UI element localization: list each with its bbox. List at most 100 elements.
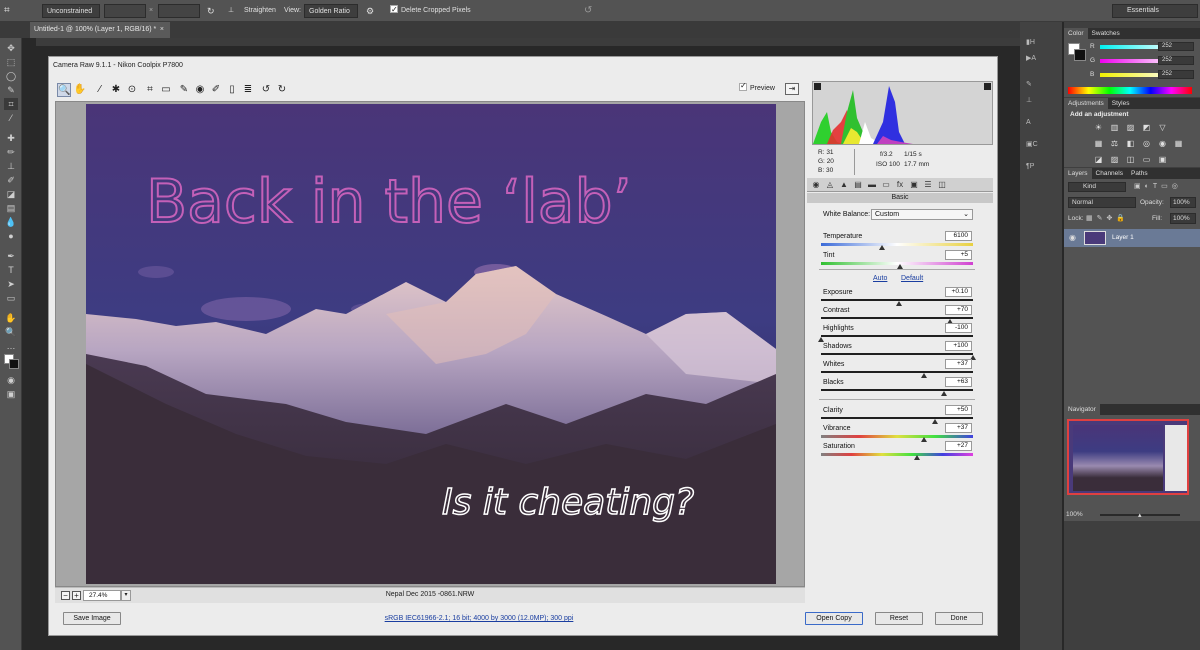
actions-icon[interactable]: ▶A <box>1026 52 1056 66</box>
slider-thumb[interactable] <box>932 419 938 424</box>
selective-color-icon[interactable]: ▣ <box>1158 155 1167 164</box>
g-value[interactable]: 252 <box>1158 56 1194 65</box>
b-value[interactable]: 252 <box>1158 70 1194 79</box>
snapshots-tab-icon[interactable]: ◫ <box>937 180 947 190</box>
shape-tool-icon[interactable]: ▭ <box>4 292 18 304</box>
split-toning-tab-icon[interactable]: ▬ <box>867 180 877 190</box>
marquee-tool-icon[interactable]: ⬚ <box>4 56 18 68</box>
levels-icon[interactable]: ▥ <box>1110 123 1119 132</box>
reset-button[interactable]: Reset <box>875 612 923 625</box>
more-tools-icon[interactable]: … <box>4 340 18 352</box>
lock-icons[interactable]: ▦✎✥🔒 <box>1086 214 1129 222</box>
slider-track[interactable] <box>821 353 973 355</box>
close-tab-icon[interactable]: × <box>160 22 164 38</box>
rotate-left-icon[interactable]: ↺ <box>259 83 273 97</box>
slider-value[interactable]: +70 <box>945 305 972 315</box>
hue-saturation-icon[interactable]: ▦ <box>1094 139 1103 148</box>
layer-comps-icon[interactable]: ▣C <box>1026 138 1056 152</box>
tab-channels[interactable]: Channels <box>1092 168 1127 179</box>
slider-value[interactable]: +37 <box>945 359 972 369</box>
slider-track[interactable] <box>821 453 973 456</box>
type-tool-icon[interactable]: T <box>4 264 18 276</box>
slider-value[interactable]: +5 <box>945 250 972 260</box>
posterize-icon[interactable]: ▨ <box>1110 155 1119 164</box>
delete-cropped-checkbox[interactable]: Delete Cropped Pixels <box>390 3 471 18</box>
slider-value[interactable]: +100 <box>945 341 972 351</box>
tab-color[interactable]: Color <box>1064 28 1088 39</box>
tab-layers[interactable]: Layers <box>1064 168 1092 179</box>
history-icon[interactable]: ▮H <box>1026 36 1056 50</box>
radial-filter-icon[interactable]: ≣ <box>241 83 255 97</box>
slider-value[interactable]: +37 <box>945 423 972 433</box>
lasso-tool-icon[interactable]: ◯ <box>4 70 18 82</box>
rotate-right-icon[interactable]: ↻ <box>275 83 289 97</box>
brightness-icon[interactable]: ☀ <box>1094 123 1103 132</box>
slider-value[interactable]: +50 <box>945 405 972 415</box>
slider-track[interactable] <box>821 435 973 438</box>
fullscreen-icon[interactable]: ⇥ <box>785 83 799 95</box>
open-copy-button[interactable]: Open Copy <box>805 612 863 625</box>
navigator-thumbnail[interactable] <box>1067 419 1189 495</box>
preview-checkbox[interactable]: Preview <box>739 81 775 92</box>
gear-icon[interactable]: ⚙ <box>366 4 374 18</box>
path-select-icon[interactable]: ➤ <box>4 278 18 290</box>
adjustment-brush-icon[interactable]: ✐ <box>209 83 223 97</box>
slider-value[interactable]: +0.10 <box>945 287 972 297</box>
document-tab[interactable]: Untitled-1 @ 100% (Layer 1, RGB/16) * × <box>30 22 170 38</box>
move-tool-icon[interactable]: ✥ <box>4 42 18 54</box>
slider-thumb[interactable] <box>941 391 948 396</box>
lens-tab-icon[interactable]: ▭ <box>881 180 891 190</box>
view-select[interactable]: Golden Ratio <box>304 4 358 18</box>
clear-icon[interactable]: ↻ <box>207 4 215 18</box>
zoom-tool-icon[interactable]: 🔍 <box>4 326 18 338</box>
hand-tool-icon[interactable]: ✋ <box>4 312 18 324</box>
tone-curve-tab-icon[interactable]: ◬ <box>825 180 835 190</box>
vibrance-icon[interactable]: ▽ <box>1158 123 1167 132</box>
straighten-icon[interactable]: ▭ <box>159 83 173 97</box>
blur-tool-icon[interactable]: 💧 <box>4 216 18 228</box>
clone-source-icon[interactable]: ⊥ <box>1026 94 1056 108</box>
default-link[interactable]: Default <box>901 275 923 282</box>
character-icon[interactable]: A <box>1026 116 1056 130</box>
done-button[interactable]: Done <box>935 612 983 625</box>
straighten-icon[interactable]: ⊥ <box>228 4 234 18</box>
history-brush-icon[interactable]: ✐ <box>4 174 18 186</box>
dodge-tool-icon[interactable]: ● <box>4 230 18 242</box>
r-value[interactable]: 252 <box>1158 42 1194 51</box>
slider-value[interactable]: +27 <box>945 441 972 451</box>
brush-panel-icon[interactable]: ✎ <box>1026 78 1056 92</box>
invert-icon[interactable]: ◪ <box>1094 155 1103 164</box>
slider-thumb[interactable] <box>818 337 824 342</box>
zoom-icon[interactable]: 🔍 <box>57 83 71 97</box>
height-field[interactable] <box>158 4 200 18</box>
slider-thumb[interactable] <box>913 455 920 460</box>
presets-tab-icon[interactable]: ☰ <box>923 180 933 190</box>
background-swatch[interactable] <box>1074 49 1086 61</box>
workflow-options-link[interactable]: sRGB IEC61966-2.1; 16 bit; 4000 by 3000 … <box>349 615 609 622</box>
quick-mask-icon[interactable]: ◉ <box>4 374 18 386</box>
slider-track[interactable] <box>821 389 973 391</box>
color-ramp[interactable] <box>1068 87 1192 94</box>
tab-adjustments[interactable]: Adjustments <box>1064 98 1108 109</box>
tab-paths[interactable]: Paths <box>1127 168 1152 179</box>
hand-icon[interactable]: ✋ <box>73 83 87 97</box>
hsl-tab-icon[interactable]: ▤ <box>853 180 863 190</box>
undo-icon[interactable]: ↺ <box>584 4 592 18</box>
screen-mode-icon[interactable]: ▣ <box>4 388 18 400</box>
exposure-icon[interactable]: ◩ <box>1142 123 1151 132</box>
white-balance-icon[interactable]: ⁄ <box>93 83 107 97</box>
slider-thumb[interactable] <box>921 437 928 442</box>
curves-icon[interactable]: ▨ <box>1126 123 1135 132</box>
layer-row[interactable]: ◉ Layer 1 <box>1064 229 1200 247</box>
ratio-select[interactable]: Unconstrained <box>42 4 100 18</box>
eye-icon[interactable]: ◉ <box>1069 233 1076 242</box>
blend-mode-select[interactable]: Normal <box>1068 197 1136 208</box>
zoom-handle-icon[interactable]: ▴ <box>1138 511 1142 519</box>
brush-tool-icon[interactable]: ✏ <box>4 146 18 158</box>
swap-icon[interactable]: × <box>149 4 153 18</box>
gradient-tool-icon[interactable]: ▤ <box>4 202 18 214</box>
workspace-select[interactable]: Essentials <box>1112 4 1198 18</box>
photo-filter-icon[interactable]: ◎ <box>1142 139 1151 148</box>
color-lookup-icon[interactable]: ▦ <box>1174 139 1183 148</box>
pen-tool-icon[interactable]: ✒ <box>4 250 18 262</box>
